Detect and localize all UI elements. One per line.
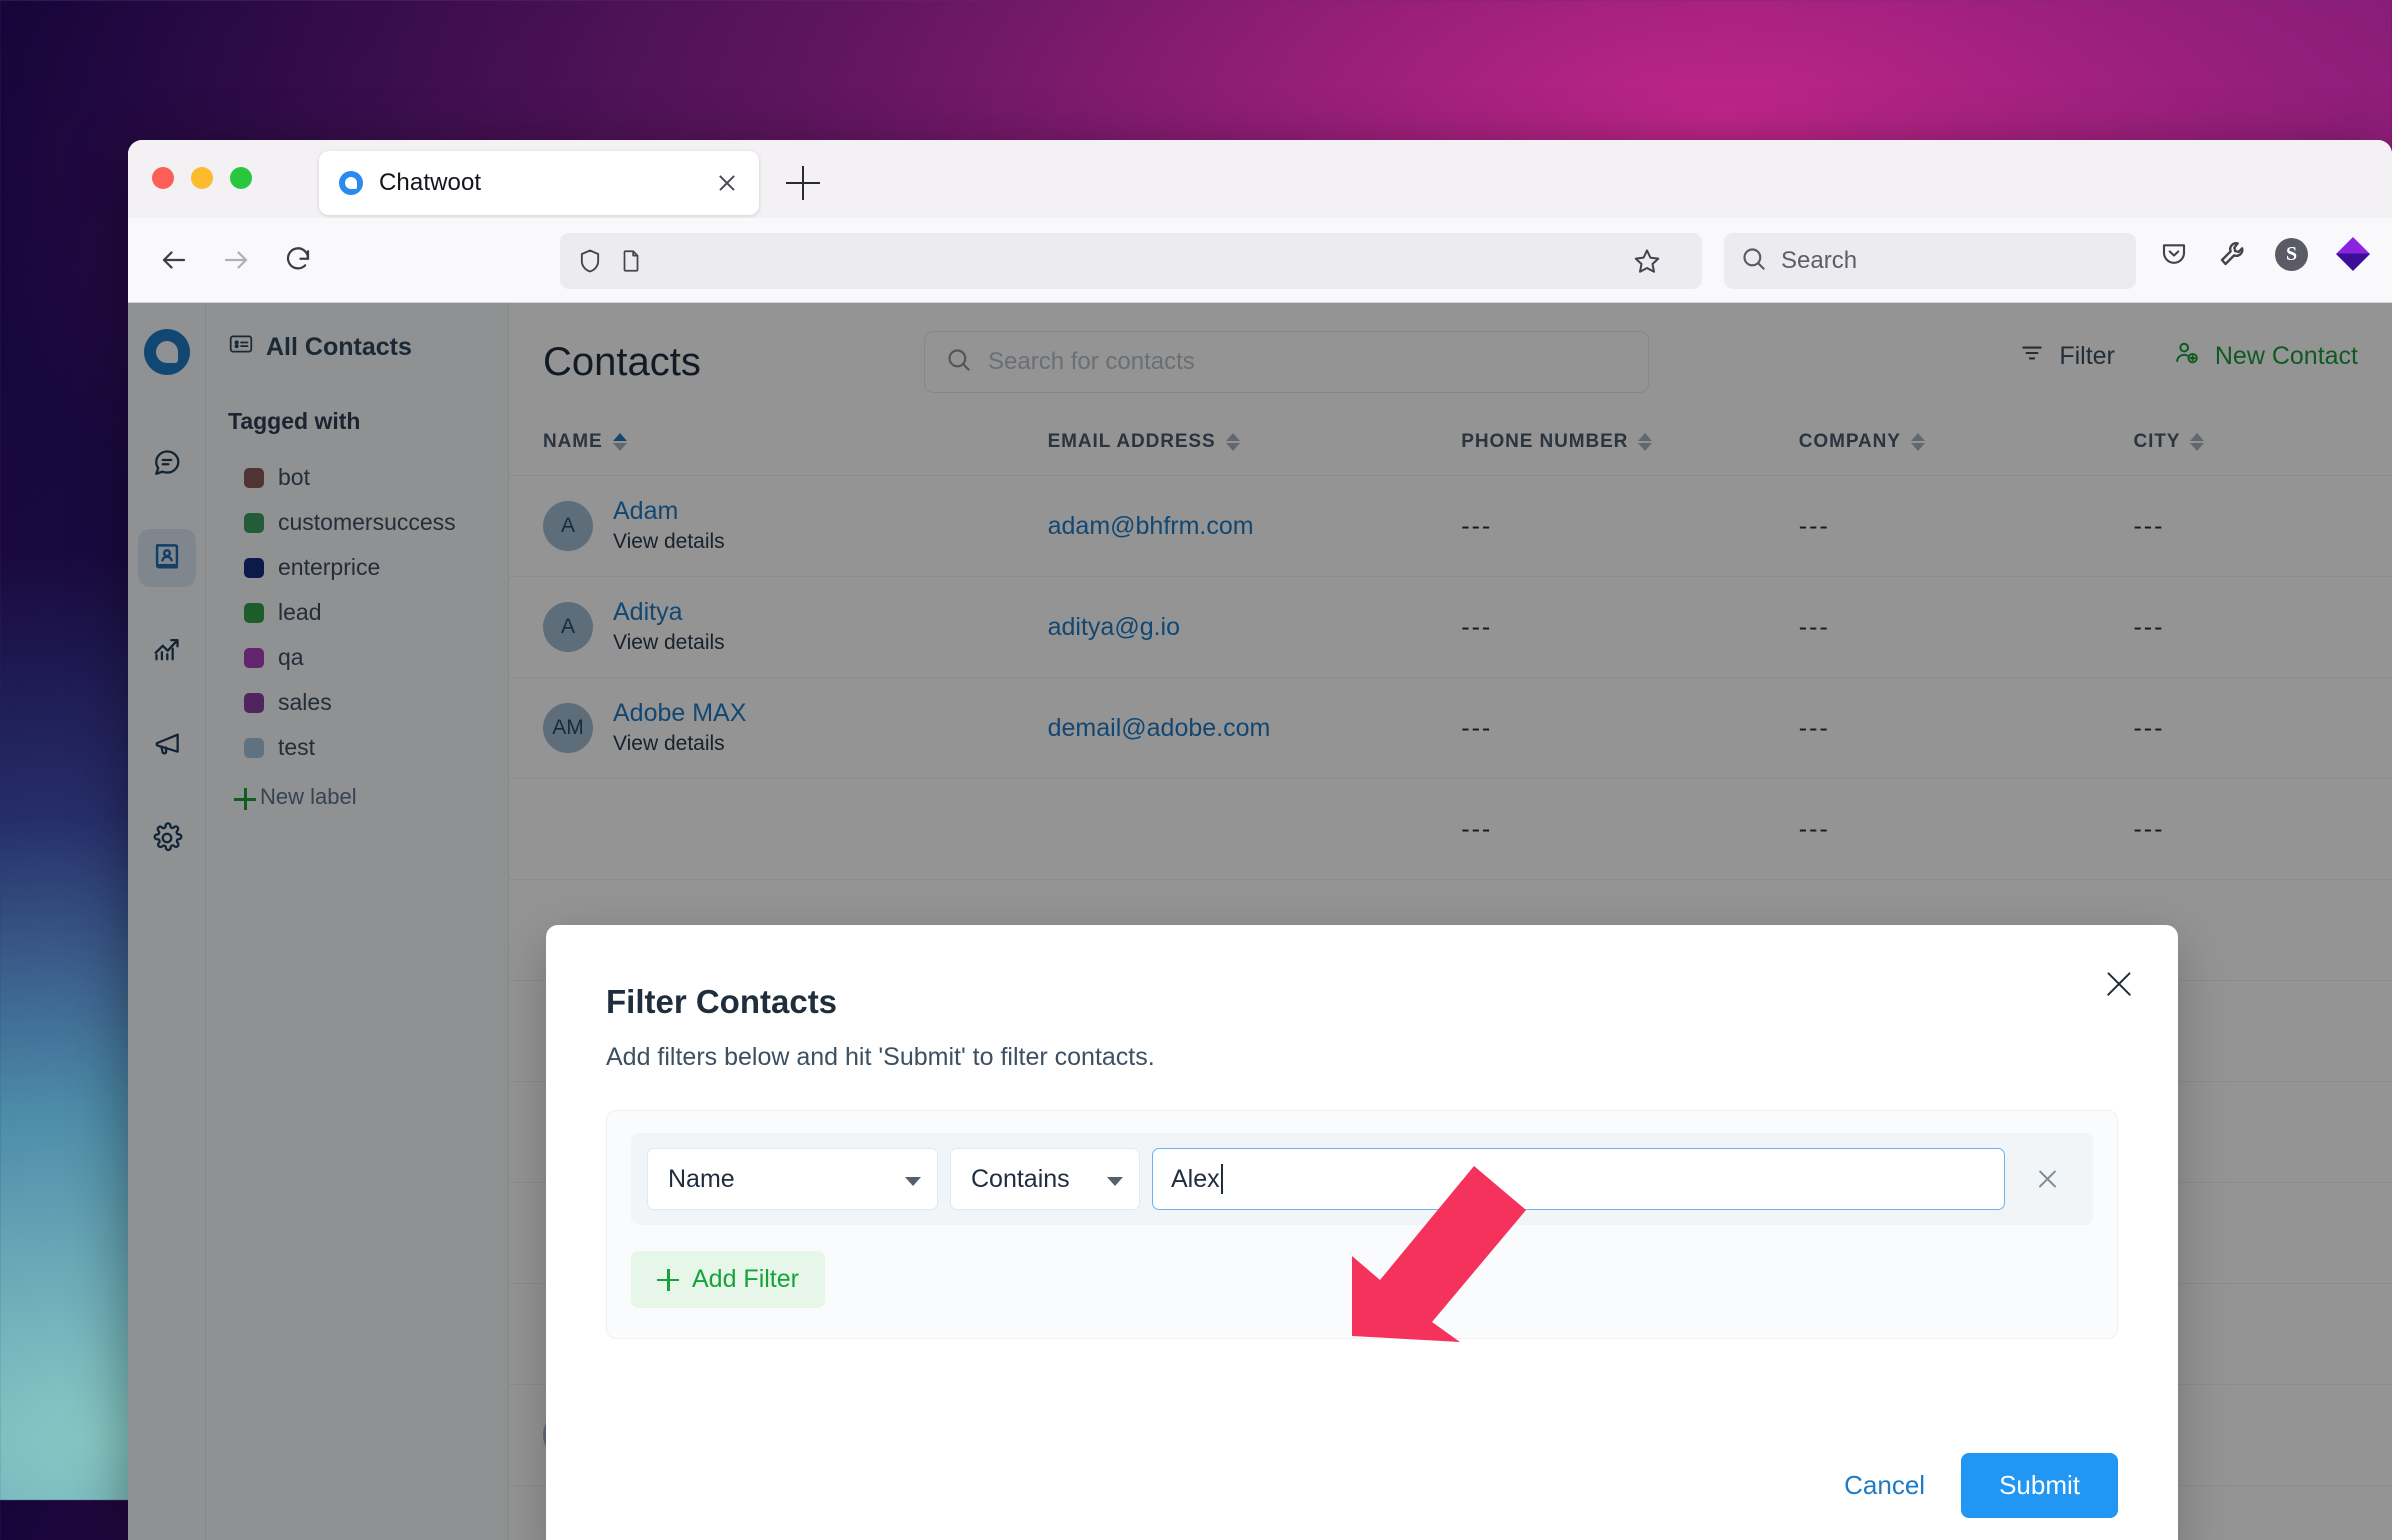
diamond-icon[interactable] bbox=[2336, 237, 2370, 271]
browser-window: Chatwoot Search S All Contacts Tagged wi… bbox=[128, 140, 2392, 1540]
s-badge-icon[interactable]: S bbox=[2275, 237, 2308, 271]
page-icon bbox=[618, 248, 644, 274]
add-filter-label: Add Filter bbox=[692, 1265, 799, 1293]
star-icon[interactable] bbox=[1623, 238, 1671, 284]
remove-filter-button[interactable] bbox=[2017, 1148, 2077, 1210]
maximize-window-button[interactable] bbox=[230, 167, 252, 189]
filter-value-input[interactable]: Alex bbox=[1152, 1148, 2005, 1210]
web-content: All Contacts Tagged with bot customersuc… bbox=[128, 303, 2392, 1540]
plus-icon bbox=[657, 1268, 679, 1291]
arrow-left-icon[interactable] bbox=[148, 234, 200, 286]
browser-search-placeholder: Search bbox=[1781, 247, 1858, 274]
add-filter-button[interactable]: Add Filter bbox=[631, 1251, 825, 1308]
filter-attribute-select[interactable]: Name bbox=[647, 1148, 938, 1210]
dialog-title: Filter Contacts bbox=[606, 983, 838, 1020]
browser-search-bar[interactable]: Search bbox=[1724, 233, 2136, 289]
filter-attribute-value: Name bbox=[668, 1164, 735, 1193]
url-bar[interactable] bbox=[560, 233, 1702, 289]
dialog-subtitle: Add filters below and hit 'Submit' to fi… bbox=[606, 1043, 1155, 1071]
close-icon[interactable] bbox=[713, 169, 741, 197]
search-icon bbox=[1740, 245, 1767, 277]
text-caret bbox=[1220, 1164, 1223, 1194]
close-icon[interactable] bbox=[2102, 967, 2136, 1001]
minimize-window-button[interactable] bbox=[191, 167, 213, 189]
filter-operator-value: Contains bbox=[971, 1164, 1070, 1193]
browser-toolbar: Search S bbox=[128, 218, 2392, 303]
chatwoot-logo-icon bbox=[339, 171, 363, 195]
wrench-icon[interactable] bbox=[2217, 239, 2247, 269]
tab-strip: Chatwoot bbox=[128, 140, 2392, 218]
pocket-icon[interactable] bbox=[2159, 239, 2189, 269]
close-window-button[interactable] bbox=[152, 167, 174, 189]
arrow-right-icon[interactable] bbox=[210, 234, 262, 286]
cancel-button[interactable]: Cancel bbox=[1820, 1454, 1949, 1517]
window-traffic-lights bbox=[152, 167, 252, 189]
filter-value-text: Alex bbox=[1171, 1164, 1220, 1193]
plus-icon[interactable] bbox=[786, 166, 820, 200]
filter-operator-select[interactable]: Contains bbox=[950, 1148, 1140, 1210]
pointer-arrow-icon bbox=[1348, 1158, 1548, 1363]
submit-button[interactable]: Submit bbox=[1961, 1453, 2118, 1518]
shield-icon bbox=[576, 247, 604, 275]
dialog-actions: Cancel Submit bbox=[1820, 1453, 2118, 1518]
tab-title: Chatwoot bbox=[379, 169, 482, 196]
reload-icon[interactable] bbox=[272, 234, 324, 286]
browser-tab[interactable]: Chatwoot bbox=[319, 151, 759, 215]
extension-toolbar: S bbox=[2159, 237, 2370, 271]
